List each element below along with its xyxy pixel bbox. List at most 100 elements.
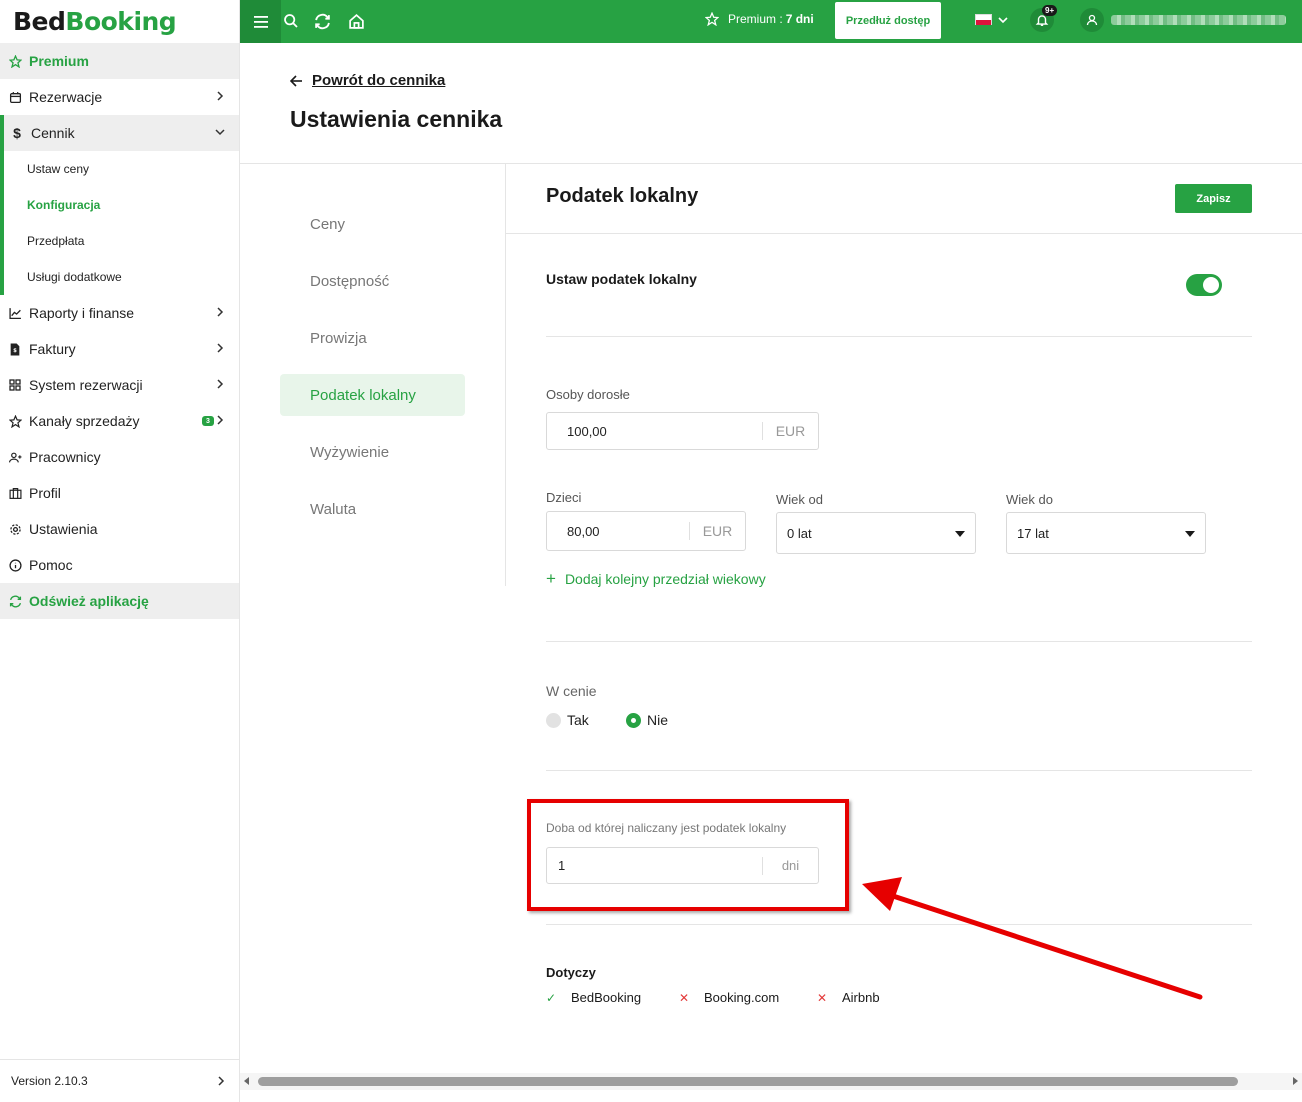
check-icon: ✓: [546, 990, 557, 1005]
sidebar-item-label: Odśwież aplikację: [29, 593, 149, 609]
logo-booking: Booking: [65, 7, 177, 36]
scroll-right-icon[interactable]: [1293, 1077, 1298, 1085]
annotation-arrow: [862, 877, 1203, 1000]
sidebar-item-label: Pomoc: [29, 557, 73, 573]
chevron-right-icon: [217, 307, 224, 317]
settings-nav: Ceny Dostępność Prowizja Podatek lokalny…: [280, 203, 465, 545]
user-email-blurred[interactable]: [1111, 15, 1286, 25]
sidebar-item-kanaly[interactable]: Kanały sprzedaży 3: [0, 403, 239, 439]
star-outline-icon: [8, 414, 22, 428]
divider: [546, 641, 1252, 642]
age-from-select[interactable]: 0 lat: [776, 512, 976, 554]
back-to-pricelist-link[interactable]: Powrót do cennika: [290, 72, 445, 89]
sidebar-item-pracownicy[interactable]: Pracownicy: [0, 439, 239, 475]
sync-icon: [314, 13, 330, 29]
refresh-icon: [8, 594, 22, 608]
arrow-left-icon: [290, 74, 302, 87]
settings-nav-waluta[interactable]: Waluta: [280, 488, 465, 530]
sidebar-item-label: System rezerwacji: [29, 377, 143, 393]
sidebar-item-premium[interactable]: Premium: [0, 43, 239, 79]
chevron-down-icon: [215, 129, 225, 136]
save-button[interactable]: Zapisz: [1175, 184, 1252, 213]
hamburger-icon: [253, 15, 268, 28]
version-row[interactable]: Version 2.10.3: [0, 1059, 240, 1102]
sidebar-item-cennik[interactable]: $ Cennik: [0, 115, 239, 151]
sidebar-subitem-konfiguracja[interactable]: Konfiguracja: [4, 187, 239, 223]
scroll-left-icon[interactable]: [244, 1077, 249, 1085]
adults-label: Osoby dorosłe: [546, 387, 630, 402]
sidebar-item-raporty[interactable]: Raporty i finanse: [0, 295, 239, 331]
sidebar-item-label: Faktury: [29, 341, 76, 357]
cennik-submenu: Ustaw ceny Konfiguracja Przedpłata Usług…: [0, 151, 239, 295]
radio-checked-icon: [626, 712, 641, 728]
set-local-tax-label: Ustaw podatek lokalny: [546, 271, 697, 287]
settings-nav-prowizja[interactable]: Prowizja: [280, 317, 465, 359]
sidebar-subitem-przedplata[interactable]: Przedpłata: [4, 223, 239, 259]
scrollbar-thumb[interactable]: [258, 1077, 1238, 1086]
sidebar-item-label: Rezerwacje: [29, 89, 103, 105]
invoice-icon: $: [8, 342, 22, 356]
sidebar-item-label: Cennik: [31, 125, 75, 141]
home-icon: [348, 13, 364, 29]
sidebar-item-label: Raporty i finanse: [29, 305, 135, 321]
cross-icon: ✕: [817, 990, 828, 1005]
gear-icon: [8, 522, 22, 536]
top-bar: Premium : 7 dni Przedłuż dostęp 9+: [240, 0, 1302, 43]
adults-tax-input[interactable]: 100,00 EUR: [546, 412, 819, 450]
children-tax-input[interactable]: 80,00 EUR: [546, 511, 746, 551]
settings-nav-dostepnosc[interactable]: Dostępność: [280, 260, 465, 302]
cross-icon: ✕: [679, 990, 690, 1005]
grid-icon: [8, 378, 22, 392]
info-icon: [8, 558, 22, 572]
sidebar-subitem-uslugi-dodatkowe[interactable]: Usługi dodatkowe: [4, 259, 239, 295]
chevron-right-icon: [217, 415, 224, 425]
sidebar-item-pomoc[interactable]: Pomoc: [0, 547, 239, 583]
sidebar-item-ustawienia[interactable]: Ustawienia: [0, 511, 239, 547]
user-avatar[interactable]: [1080, 8, 1104, 32]
premium-status[interactable]: Premium : 7 dni: [705, 12, 814, 26]
in-price-radio-nie[interactable]: Nie: [626, 712, 668, 728]
menu-button[interactable]: [240, 0, 281, 43]
calendar-icon: [8, 90, 22, 104]
sidebar-item-system-rezerwacji[interactable]: System rezerwacji: [0, 367, 239, 403]
polish-flag-icon[interactable]: [975, 14, 992, 25]
search-button[interactable]: [281, 11, 301, 31]
settings-nav-wyzywienie[interactable]: Wyżywienie: [280, 431, 465, 473]
sidebar-item-label: Pracownicy: [29, 449, 101, 465]
header-divider: [240, 163, 1302, 164]
sync-button[interactable]: [312, 11, 332, 31]
sidebar-item-faktury[interactable]: $ Faktury: [0, 331, 239, 367]
horizontal-scrollbar[interactable]: [240, 1073, 1302, 1090]
settings-nav-podatek-lokalny[interactable]: Podatek lokalny: [280, 374, 465, 416]
svg-text:$: $: [13, 348, 17, 354]
settings-nav-ceny[interactable]: Ceny: [280, 203, 465, 245]
chevron-right-icon: [217, 91, 224, 101]
dollar-icon: $: [13, 125, 21, 141]
sidebar-item-profil[interactable]: Profil: [0, 475, 239, 511]
in-price-radio-tak[interactable]: Tak: [546, 712, 589, 728]
in-price-label: W cenie: [546, 683, 597, 699]
radio-unchecked-icon: [546, 712, 561, 728]
sidebar-item-rezerwacje[interactable]: Rezerwacje: [0, 79, 239, 115]
applies-bedbooking: ✓ BedBooking: [546, 990, 641, 1005]
adults-currency: EUR: [775, 423, 806, 439]
sidebar-subitem-ustaw-ceny[interactable]: Ustaw ceny: [4, 151, 239, 187]
logo-bed: Bed: [13, 7, 66, 36]
star-icon: [705, 12, 719, 26]
section-title: Podatek lokalny: [546, 185, 699, 207]
channels-badge: 3: [202, 416, 214, 426]
extend-access-button[interactable]: Przedłuż dostęp: [835, 2, 941, 39]
sidebar-item-label: Profil: [29, 485, 61, 501]
age-to-select[interactable]: 17 lat: [1006, 512, 1206, 554]
age-from-value: 0 lat: [787, 525, 812, 541]
sidebar-item-odswiez[interactable]: Odśwież aplikację: [0, 583, 239, 619]
chevron-right-icon: [217, 379, 224, 389]
app-logo[interactable]: Bed Booking: [0, 0, 239, 43]
age-to-label: Wiek do: [1006, 492, 1053, 507]
search-icon: [284, 14, 298, 28]
add-age-range-link[interactable]: + Dodaj kolejny przedział wiekowy: [546, 569, 766, 589]
children-currency: EUR: [702, 523, 733, 539]
chevron-down-icon[interactable]: [998, 15, 1008, 25]
home-button[interactable]: [346, 11, 366, 31]
local-tax-toggle[interactable]: [1186, 274, 1222, 296]
